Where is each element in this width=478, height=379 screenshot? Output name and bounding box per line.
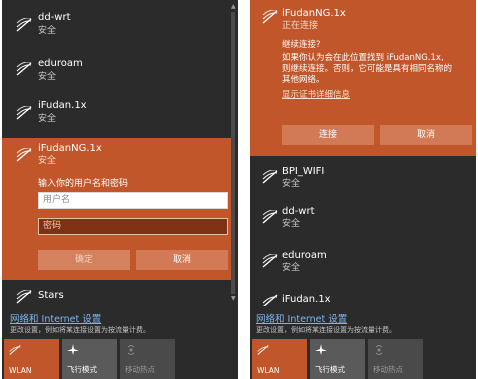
network-status: 安全 [38,156,57,166]
network-item-eduroam[interactable]: eduroam 安全 [2,52,238,86]
network-name: BPI_WIFI [282,166,325,177]
tile-label: 移动热点 [125,365,155,374]
network-status: 安全 [282,179,301,189]
network-status: 安全 [282,263,301,273]
network-item-ifudan-1x[interactable]: iFudan.1x [250,290,476,306]
network-name: dd-wrt [38,12,71,23]
network-name: iFudan.1x [282,294,331,305]
wlan-tile[interactable]: WLAN [252,339,307,379]
wifi-icon [262,10,278,24]
cancel-button[interactable]: 取消 [136,250,228,270]
wifi-icon [9,344,21,356]
network-settings-desc: 更改设置，例如将某连接设置为按流量计费。 [10,326,150,334]
wifi-icon [262,170,278,184]
network-status: 安全 [38,72,57,82]
mobile-hotspot-tile[interactable]: 移动热点 [120,339,175,379]
airplane-icon [315,344,327,356]
wlan-tile[interactable]: WLAN [4,339,59,379]
network-item-ifudanng-1x-expanded[interactable]: iFudanNG.1x 安全 输入你的用户名和密码 用户名 密码 确定 取消 [2,138,231,280]
network-settings-desc: 更改设置，例如将某连接设置为按流量计费。 [256,326,396,334]
network-name: eduroam [282,250,327,261]
warning-title: 继续连接? [282,40,321,50]
network-item-dd-wrt[interactable]: dd-wrt 安全 [2,8,238,42]
network-item-stars[interactable]: Stars [2,286,238,306]
network-status: 安全 [38,114,57,124]
network-item-ifudanng-1x-connecting[interactable]: iFudanNG.1x 正在连接 继续连接? 如果你认为会在此位置找到 iFud… [250,0,476,156]
credentials-prompt: 输入你的用户名和密码 [38,179,129,189]
network-settings-link[interactable]: 网络和 Internet 设置 [10,311,101,325]
wifi-icon [16,62,32,76]
password-input[interactable]: 密码 [38,218,228,235]
tile-label: 飞行模式 [315,365,345,374]
mobile-hotspot-tile[interactable]: 移动热点 [368,339,423,379]
wifi-flyout-left: ▲ ▼ dd-wrt 安全 eduroam 安全 iFudan.1x 安全 iF… [2,0,238,379]
tile-label: 飞行模式 [67,365,97,374]
network-settings-link[interactable]: 网络和 Internet 设置 [256,311,347,325]
wifi-flyout-right: iFudanNG.1x 正在连接 继续连接? 如果你认为会在此位置找到 iFud… [250,0,476,379]
wifi-icon [16,106,32,120]
ok-button[interactable]: 确定 [38,250,130,270]
network-item-eduroam[interactable]: eduroam 安全 [250,244,476,280]
wifi-icon [262,294,278,306]
wifi-icon [257,344,269,356]
network-status: 安全 [282,219,301,229]
network-name: eduroam [38,58,83,69]
airplane-mode-tile[interactable]: 飞行模式 [310,339,365,379]
username-input[interactable]: 用户名 [38,192,228,209]
hotspot-icon [373,344,385,356]
network-name: Stars [38,290,64,301]
network-status: 安全 [38,26,57,36]
hotspot-icon [125,344,137,356]
cancel-button[interactable]: 取消 [380,125,472,145]
airplane-mode-tile[interactable]: 飞行模式 [62,339,117,379]
wifi-icon [16,148,32,162]
wifi-icon [16,18,32,32]
wifi-icon [16,290,32,304]
tile-label: WLAN [257,366,280,375]
tile-label: WLAN [9,366,32,375]
warning-line: 如果你认为会在此位置找到 iFudanNG.1x, [282,53,444,63]
network-name: iFudan.1x [38,100,87,111]
connect-button[interactable]: 连接 [282,125,374,145]
wifi-icon [262,254,278,268]
network-name: iFudanNG.1x [38,143,102,154]
certificate-details-link[interactable]: 显示证书详细信息 [282,88,350,100]
network-item-bpi-wifi[interactable]: BPI_WIFI 安全 [250,160,476,196]
warning-line: 则继续连接。否则，它可能是具有相同名称的 [282,64,453,74]
network-name: dd-wrt [282,206,315,217]
network-status: 正在连接 [282,21,319,31]
wifi-icon [262,210,278,224]
tile-label: 移动热点 [373,365,403,374]
airplane-icon [67,344,79,356]
network-name: iFudanNG.1x [282,8,346,19]
warning-line: 其他网络。 [282,75,325,85]
network-item-dd-wrt[interactable]: dd-wrt 安全 [250,200,476,236]
network-item-ifudan-1x[interactable]: iFudan.1x 安全 [2,96,238,132]
